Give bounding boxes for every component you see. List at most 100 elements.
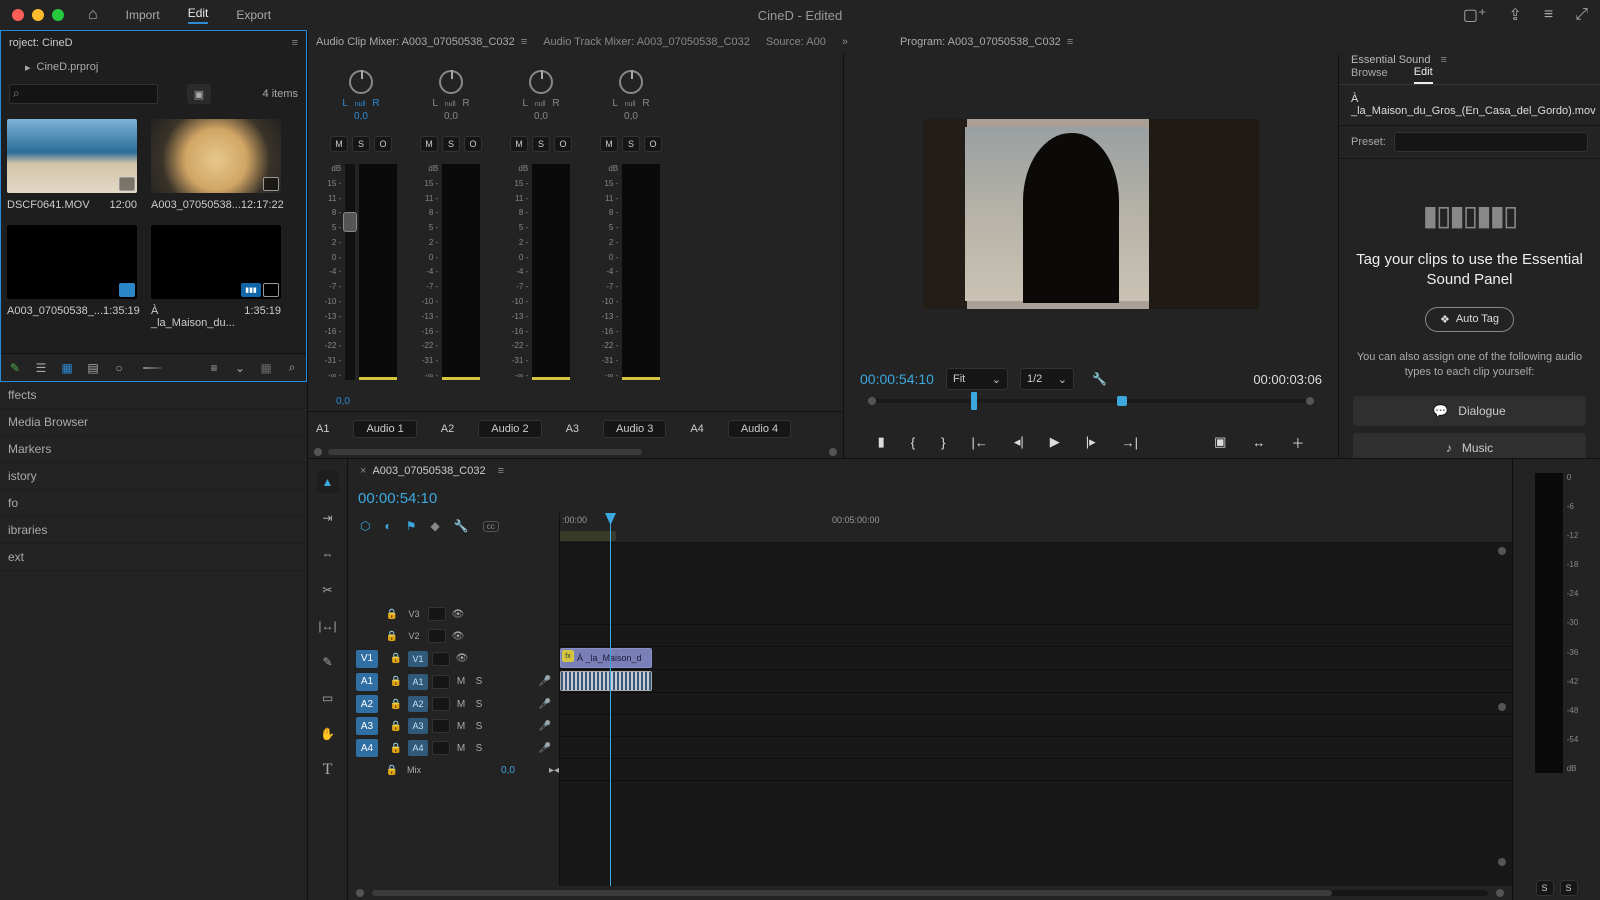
panel-menu-icon[interactable]: ≡ <box>1067 36 1073 48</box>
panel-markers[interactable]: Markers <box>0 436 307 463</box>
tab-overflow-icon[interactable]: » <box>842 36 848 48</box>
resolution-dropdown[interactable]: 1/2⌄ <box>1020 368 1074 390</box>
close-tab-icon[interactable]: × <box>360 465 366 477</box>
settings-icon[interactable]: 🔧 <box>454 519 469 533</box>
program-scrubber[interactable] <box>860 392 1322 410</box>
pan-value[interactable]: 0,0 <box>354 111 368 122</box>
sequence-tab[interactable]: × A003_07050538_C032 ≡ <box>348 459 1512 483</box>
s-button[interactable]: S <box>352 136 370 152</box>
auto-tag-button[interactable]: ❖Auto Tag <box>1425 307 1514 332</box>
window-controls[interactable] <box>12 9 64 21</box>
zoom-slider-start[interactable]: ○ <box>111 361 127 375</box>
slip-tool[interactable]: |↔| <box>317 615 339 637</box>
mic-icon[interactable]: 🎤 <box>539 699 551 710</box>
ess-tab-edit[interactable]: Edit <box>1414 66 1433 84</box>
mic-icon[interactable]: 🎤 <box>539 743 551 754</box>
solo-right-button[interactable]: S <box>1560 880 1578 896</box>
tab-audio-clip-mixer[interactable]: Audio Clip Mixer: A003_07050538_C032≡ <box>316 36 527 48</box>
m-button[interactable]: M <box>330 136 348 152</box>
vscroll-handle[interactable] <box>1498 858 1506 866</box>
vscroll-handle[interactable] <box>1498 703 1506 711</box>
linked-selection-icon[interactable]: ◐ <box>384 519 391 533</box>
add-marker-icon[interactable]: ⚑ <box>406 519 417 533</box>
quick-export-icon[interactable]: ▢⁺ <box>1463 5 1487 25</box>
close-window-icon[interactable] <box>12 9 24 21</box>
o-button[interactable]: O <box>374 136 392 152</box>
export-frame-button[interactable]: ＋ <box>1291 433 1304 452</box>
lock-icon[interactable]: 🔒 <box>388 743 404 754</box>
audio-clip[interactable] <box>560 671 652 691</box>
o-button[interactable]: O <box>464 136 482 152</box>
lock-icon[interactable]: 🔒 <box>388 699 404 710</box>
channel-name[interactable]: Audio 4 <box>728 420 791 438</box>
s-button[interactable]: S <box>442 136 460 152</box>
track-a4-lane[interactable] <box>560 737 1512 759</box>
toggle-output-icon[interactable] <box>428 607 446 621</box>
m-button[interactable]: M <box>420 136 438 152</box>
project-search-input[interactable] <box>9 84 158 104</box>
find-icon[interactable]: ▦ <box>258 361 274 375</box>
tab-audio-track-mixer[interactable]: Audio Track Mixer: A003_07050538_C032 <box>543 36 750 48</box>
timeline-timecode[interactable]: 00:00:54:10 <box>358 490 437 507</box>
track-select-tool[interactable]: ⇥ <box>317 507 339 529</box>
toggle-output-icon[interactable] <box>432 697 450 711</box>
panel-menu-icon[interactable]: ≡ <box>498 465 504 477</box>
toggle-output-icon[interactable] <box>432 741 450 755</box>
automate-icon[interactable]: ⌄ <box>232 361 248 375</box>
panel-libraries[interactable]: ibraries <box>0 517 307 544</box>
ripple-tool[interactable]: ⇔ <box>317 543 339 565</box>
dialogue-button[interactable]: 💬Dialogue <box>1353 396 1586 426</box>
o-button[interactable]: O <box>554 136 572 152</box>
track-header-a3[interactable]: A3🔒A3MS🎤 <box>348 715 559 737</box>
s-button[interactable]: S <box>532 136 550 152</box>
s-button[interactable]: S <box>622 136 640 152</box>
panel-menu-icon[interactable]: ≡ <box>1441 54 1447 66</box>
project-item[interactable]: ▮▮▮ À _la_Maison_du...1:35:19 <box>151 225 281 329</box>
home-icon[interactable]: ⌂ <box>88 6 98 24</box>
share-icon[interactable]: ⇪ <box>1508 5 1521 25</box>
ess-tab-browse[interactable]: Browse <box>1351 67 1388 83</box>
lock-icon[interactable]: 🔒 <box>388 676 404 687</box>
type-tool[interactable]: T <box>317 759 339 781</box>
channel-name[interactable]: Audio 1 <box>353 420 416 438</box>
track-v3-lane[interactable] <box>560 603 1512 625</box>
channel-name[interactable]: Audio 2 <box>478 420 541 438</box>
panel-menu-icon[interactable]: ≡ <box>521 36 527 48</box>
extract-button[interactable]: ↔ <box>1252 435 1265 450</box>
pan-value[interactable]: 0,0 <box>534 111 548 122</box>
tab-edit[interactable]: Edit <box>188 6 209 24</box>
pan-knob[interactable] <box>619 70 643 94</box>
lock-icon[interactable]: 🔒 <box>384 765 400 776</box>
lift-button[interactable]: ▣ <box>1214 434 1226 450</box>
project-item[interactable]: A003_07050538_...1:35:19 <box>7 225 137 329</box>
track-v2-lane[interactable] <box>560 625 1512 647</box>
pan-knob[interactable] <box>529 70 553 94</box>
video-clip[interactable]: fxÀ _la_Maison_d <box>560 648 652 668</box>
fader[interactable] <box>345 164 355 380</box>
toggle-output-icon[interactable] <box>432 675 450 689</box>
track-header-mix[interactable]: 🔒Mix0,0▸◂ <box>348 759 559 781</box>
zoom-slider[interactable] <box>143 367 162 369</box>
toggle-output-icon[interactable] <box>428 629 446 643</box>
panel-effects[interactable]: ffects <box>0 382 307 409</box>
pan-knob[interactable] <box>439 70 463 94</box>
track-header-v1[interactable]: V1🔒V1👁 <box>348 647 559 670</box>
panel-info[interactable]: fo <box>0 490 307 517</box>
goto-out-button[interactable]: →| <box>1122 435 1138 450</box>
add-marker-button[interactable]: ▮ <box>878 434 885 450</box>
list-view-icon[interactable]: ☰ <box>33 361 49 375</box>
maximize-window-icon[interactable] <box>52 9 64 21</box>
tab-program-monitor[interactable]: Program: A003_07050538_C032≡ <box>900 36 1073 48</box>
mic-icon[interactable]: 🎤 <box>539 676 551 687</box>
mark-in-button[interactable]: { <box>911 435 915 450</box>
panel-media-browser[interactable]: Media Browser <box>0 409 307 436</box>
lock-icon[interactable]: 🔒 <box>388 721 404 732</box>
lock-icon[interactable]: 🔒 <box>384 609 400 620</box>
vscroll-handle[interactable] <box>1498 547 1506 555</box>
rectangle-tool[interactable]: ▭ <box>317 687 339 709</box>
project-item[interactable]: DSCF0641.MOV12:00 <box>7 119 137 211</box>
eye-icon[interactable]: 👁 <box>450 609 466 620</box>
search-icon[interactable]: ⌕ <box>284 361 300 375</box>
project-item[interactable]: A003_07050538...12:17:22 <box>151 119 281 211</box>
m-button[interactable]: M <box>510 136 528 152</box>
